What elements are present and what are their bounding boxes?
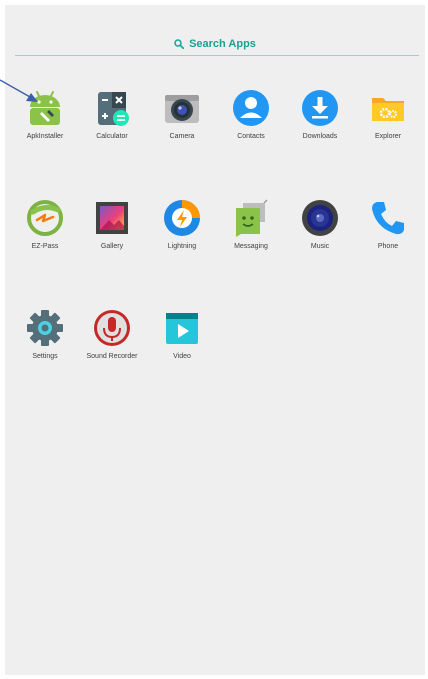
- app-lightning[interactable]: Lightning: [147, 198, 217, 250]
- app-label: Downloads: [302, 133, 338, 140]
- ez-pass-icon: [27, 200, 63, 236]
- search-icon: [174, 39, 185, 49]
- search-apps-label: Search Apps: [189, 38, 256, 50]
- app-phone[interactable]: Phone: [353, 198, 423, 250]
- phone-icon: [372, 202, 404, 235]
- app-sound-recorder[interactable]: Sound Recorder: [77, 308, 147, 360]
- app-label: Messaging: [234, 243, 268, 250]
- annotation-arrow: [0, 79, 38, 102]
- app-label: Video: [173, 353, 191, 360]
- app-settings[interactable]: Settings: [10, 308, 80, 360]
- settings-gear-icon: [27, 310, 63, 346]
- app-video[interactable]: Video: [147, 308, 217, 360]
- contacts-icon: [233, 90, 269, 126]
- camera-icon: [165, 95, 199, 123]
- app-label: Calculator: [96, 133, 128, 140]
- app-label: Camera: [169, 133, 195, 140]
- app-label: EZ-Pass: [31, 243, 59, 250]
- app-gallery[interactable]: Gallery: [77, 198, 147, 250]
- app-label: Contacts: [237, 133, 265, 140]
- app-contacts[interactable]: Contacts: [216, 88, 286, 140]
- app-explorer[interactable]: Explorer: [353, 88, 423, 140]
- calculator-icon: [98, 92, 129, 126]
- microphone-icon: [94, 310, 130, 346]
- folder-gear-icon: [372, 98, 404, 121]
- app-messaging[interactable]: Messaging: [216, 198, 286, 250]
- video-play-icon: [166, 313, 198, 344]
- app-label: Sound Recorder: [86, 353, 138, 360]
- app-downloads[interactable]: Downloads: [285, 88, 355, 140]
- app-label: Lightning: [167, 243, 197, 250]
- search-apps-button[interactable]: Search Apps: [5, 35, 425, 53]
- downloads-icon: [302, 90, 338, 126]
- gallery-icon: [96, 202, 128, 234]
- app-ez-pass[interactable]: EZ-Pass: [10, 198, 80, 250]
- app-label: Settings: [32, 353, 58, 360]
- app-label: Gallery: [100, 243, 124, 250]
- messaging-icon: [236, 199, 268, 237]
- search-divider: [15, 55, 419, 56]
- app-label: Music: [310, 243, 330, 250]
- music-speaker-icon: [302, 200, 338, 236]
- app-calculator[interactable]: Calculator: [77, 88, 147, 140]
- lightning-browser-icon: [164, 200, 200, 236]
- app-music[interactable]: Music: [285, 198, 355, 250]
- app-drawer: Search Apps ApkInstaller Calculator Came…: [5, 5, 425, 675]
- app-label: Phone: [377, 243, 399, 250]
- app-label: ApkInstaller: [26, 133, 64, 140]
- app-label: Explorer: [374, 133, 402, 140]
- app-camera[interactable]: Camera: [147, 88, 217, 140]
